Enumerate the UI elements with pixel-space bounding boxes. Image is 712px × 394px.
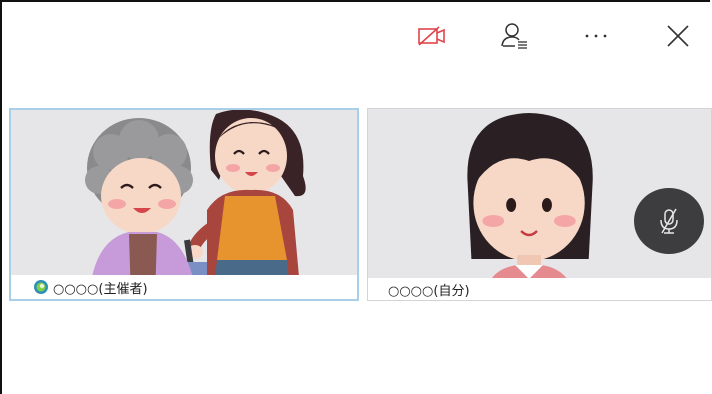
mic-off-icon (660, 208, 678, 234)
participants-icon (501, 23, 527, 49)
camera-toggle-button[interactable] (410, 14, 454, 58)
more-icon (585, 34, 607, 38)
close-icon (667, 25, 689, 47)
host-badge-icon (34, 280, 48, 294)
more-options-button[interactable] (574, 14, 618, 58)
mute-toggle-button[interactable] (634, 188, 704, 254)
participant-name-label: ○○○○(自分) (388, 283, 470, 299)
camera-off-icon (418, 26, 445, 46)
host-video-illustration (11, 110, 357, 299)
meeting-toolbar (400, 14, 712, 58)
participant-name-label: ○○○○(主催者) (53, 281, 148, 297)
participant-name-bar: ○○○○(主催者) (11, 275, 357, 299)
close-button[interactable] (656, 14, 700, 58)
participants-button[interactable] (492, 14, 536, 58)
participant-name-bar: ○○○○(自分) (368, 278, 711, 300)
video-tile-self[interactable]: ○○○○(自分) (367, 108, 712, 301)
video-tile-host[interactable]: ○○○○(主催者) (9, 108, 359, 301)
